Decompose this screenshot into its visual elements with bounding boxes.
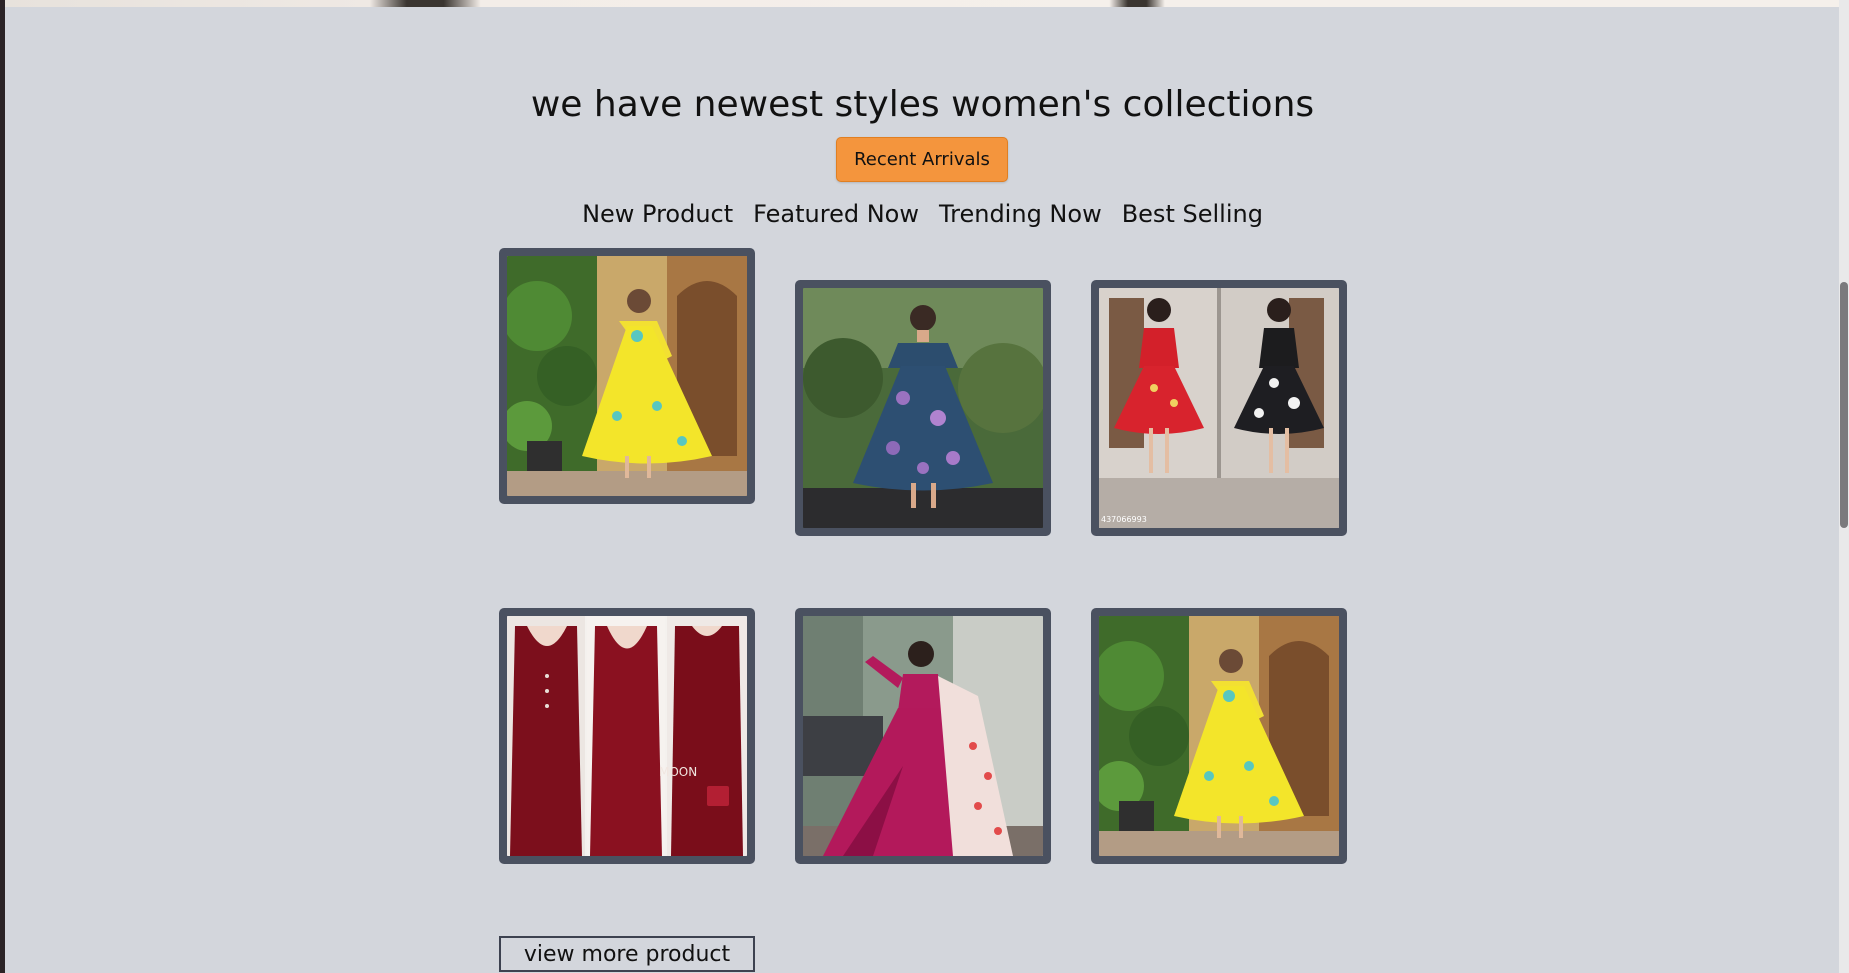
scrollbar-thumb[interactable]	[1840, 282, 1848, 528]
product-image-yellow-dress[interactable]	[507, 256, 747, 496]
product-card[interactable]: 437066993	[1091, 280, 1347, 536]
product-card[interactable]	[795, 608, 1051, 864]
tab-best-selling[interactable]: Best Selling	[1122, 200, 1263, 228]
product-image-red-and-black-dresses[interactable]: 437066993	[1099, 288, 1339, 528]
section-heading: we have newest styles women's collection…	[530, 84, 1315, 125]
product-image-blue-floral-dress[interactable]	[803, 288, 1043, 528]
tab-trending-now[interactable]: Trending Now	[939, 200, 1102, 228]
watermark-text: 437066993	[1101, 515, 1147, 524]
product-image-maroon-velvet-dresses[interactable]: MOON	[507, 616, 747, 856]
product-tabs: New Product Featured Now Trending Now Be…	[0, 200, 1845, 228]
overlay-text: MOON	[659, 765, 697, 779]
product-card[interactable]: MOON	[499, 608, 755, 864]
top-image-strip	[0, 0, 1849, 7]
product-card[interactable]	[499, 248, 755, 504]
left-edge	[0, 0, 5, 973]
page: we have newest styles women's collection…	[0, 0, 1849, 973]
product-card[interactable]	[795, 280, 1051, 536]
product-image-yellow-dress[interactable]	[1099, 616, 1339, 856]
tab-featured-now[interactable]: Featured Now	[753, 200, 919, 228]
scrollbar[interactable]	[1839, 0, 1849, 973]
product-card[interactable]	[1091, 608, 1347, 864]
view-more-product-button[interactable]: view more product	[499, 936, 755, 972]
recent-arrivals-button[interactable]: Recent Arrivals	[836, 137, 1008, 182]
product-image-magenta-gown[interactable]	[803, 616, 1043, 856]
tab-new-product[interactable]: New Product	[582, 200, 733, 228]
